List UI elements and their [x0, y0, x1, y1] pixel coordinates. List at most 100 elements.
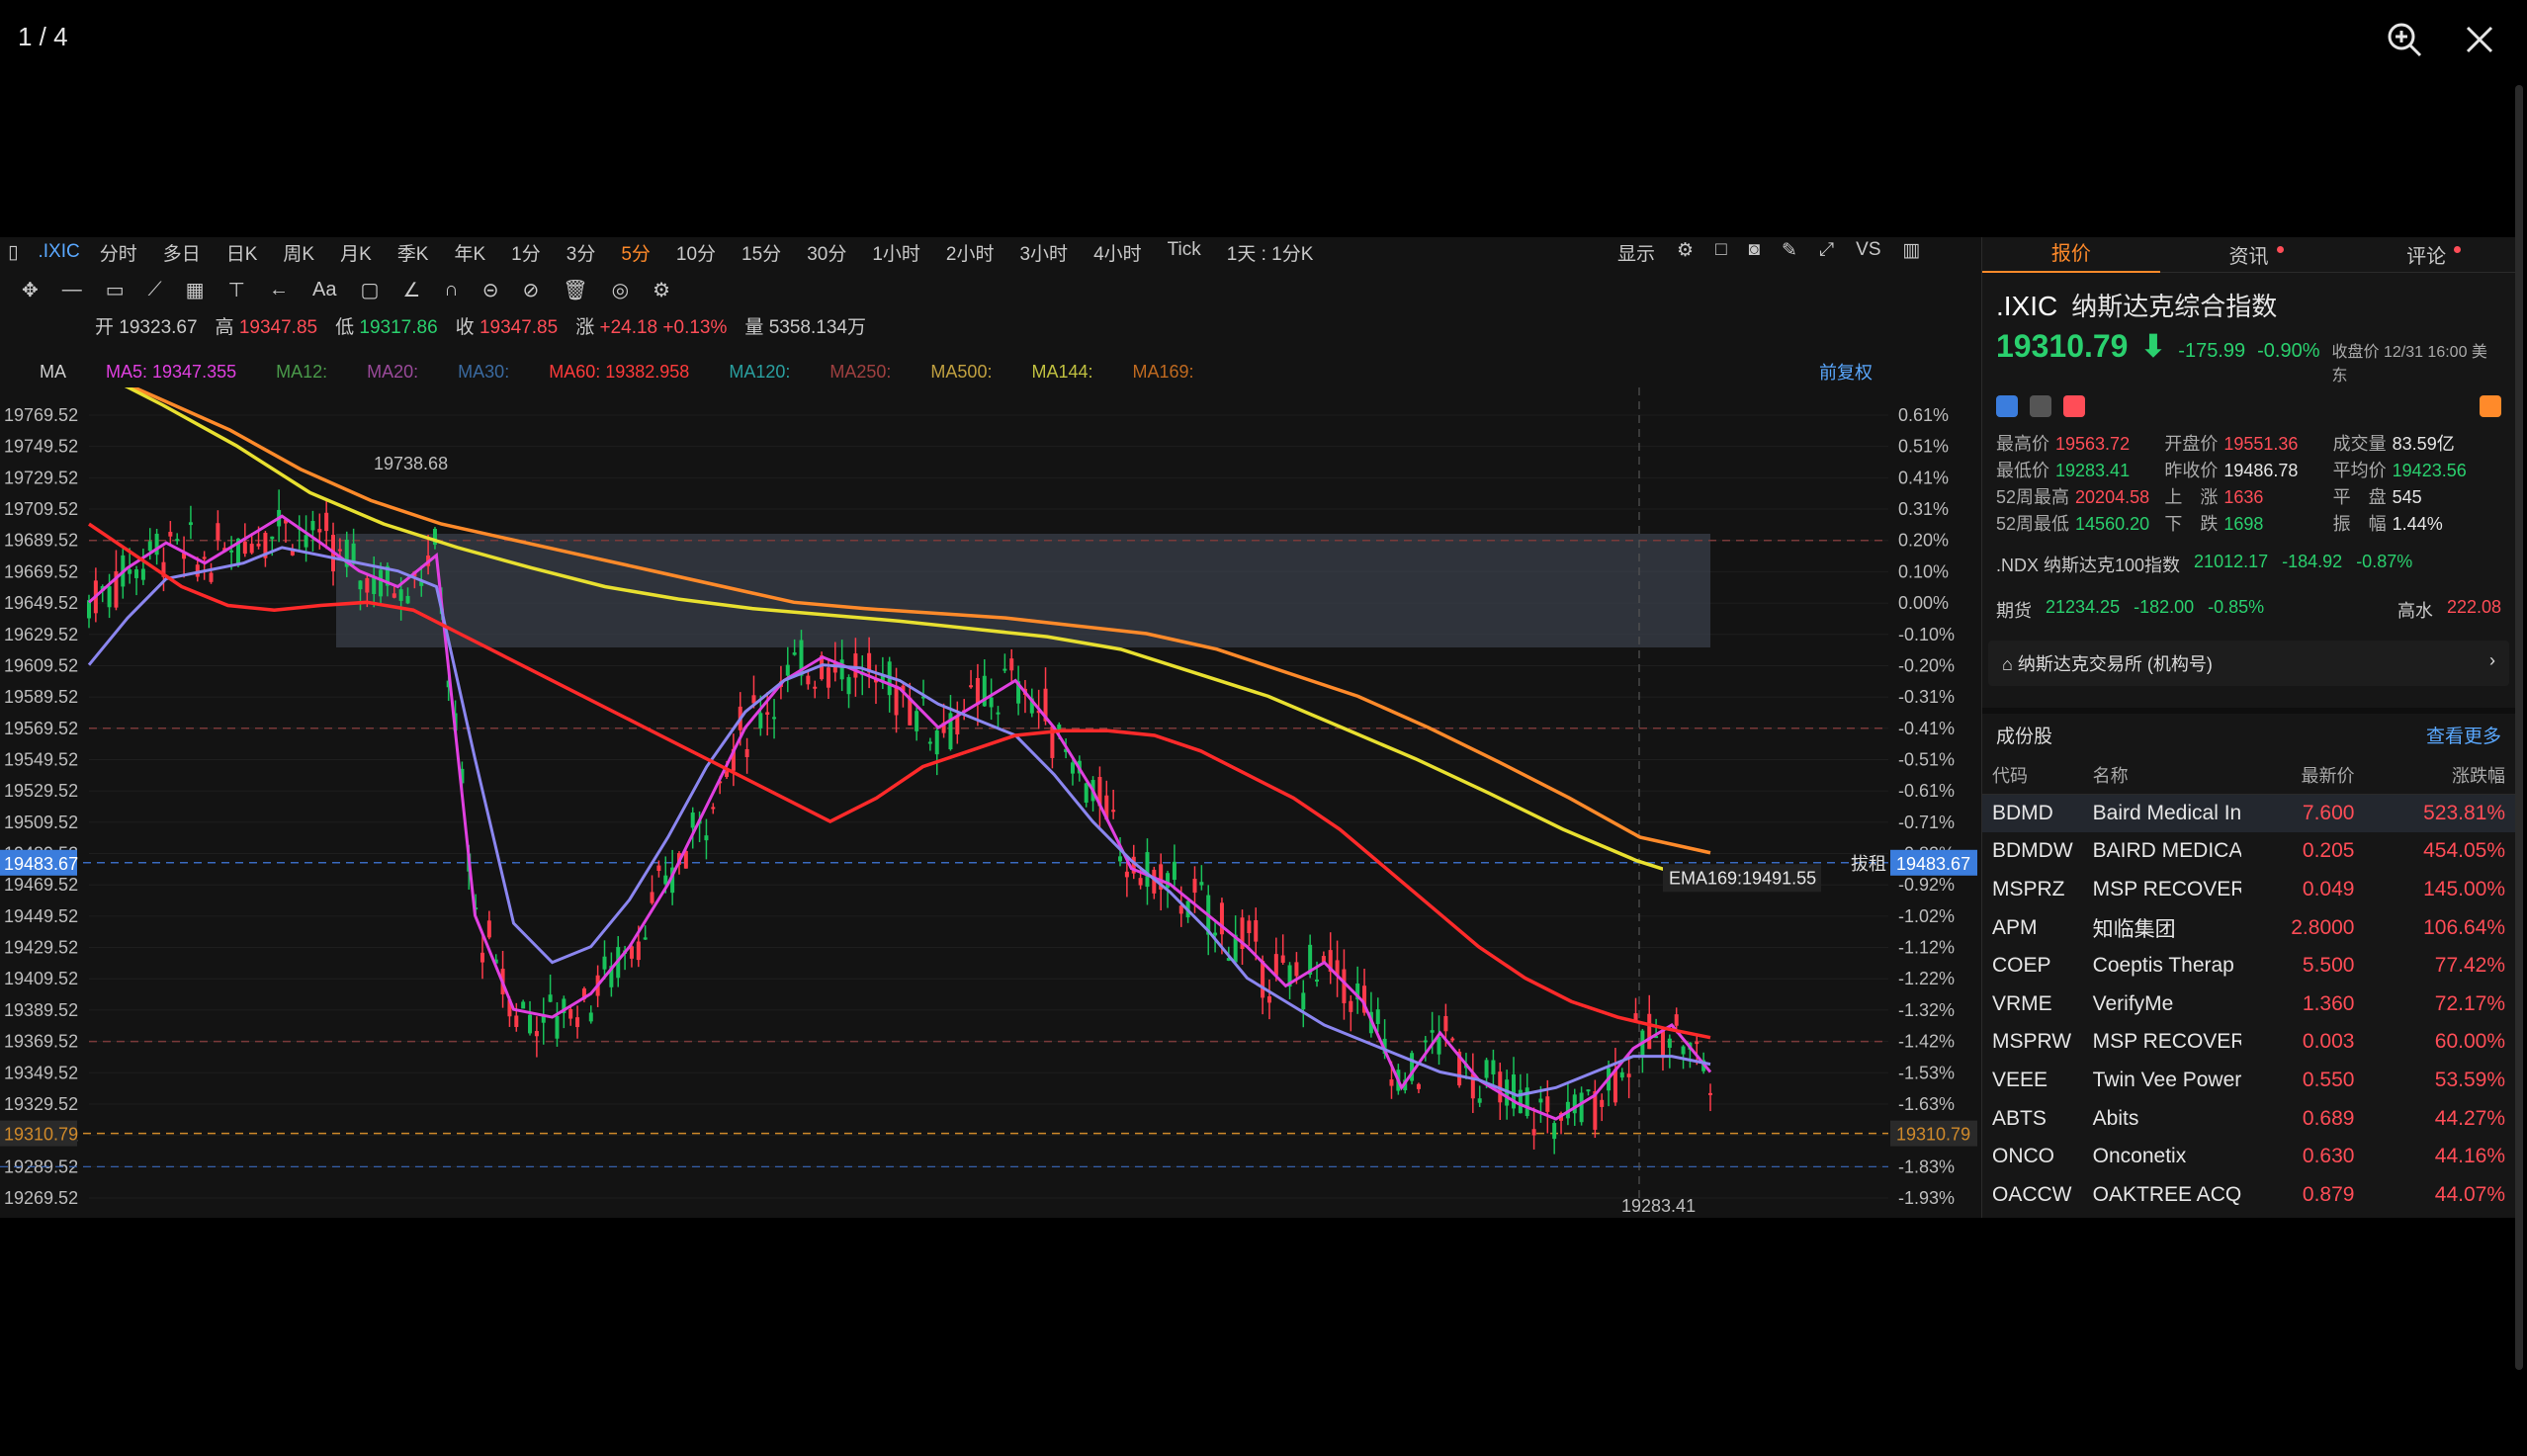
ma-legend-item[interactable]: MA60: 19382.958: [549, 362, 689, 383]
candle-body: [1002, 668, 1007, 671]
candle-body: [588, 1012, 593, 1022]
display-menu[interactable]: 显示: [1617, 239, 1655, 266]
close-icon[interactable]: [2458, 18, 2501, 61]
period-tab[interactable]: 3分: [566, 239, 596, 266]
period-tab[interactable]: 多日: [163, 239, 201, 266]
view-more-link[interactable]: 查看更多: [2426, 722, 2501, 748]
hide-icon[interactable]: ⊘: [522, 278, 539, 302]
period-tab[interactable]: 4小时: [1093, 239, 1142, 266]
column-header[interactable]: 名称: [2082, 756, 2241, 795]
column-header[interactable]: 代码: [1982, 756, 2083, 795]
ma-legend-item[interactable]: MA250:: [829, 362, 891, 383]
eye-icon[interactable]: ◎: [612, 278, 629, 302]
futures-row[interactable]: 期货 21234.25 -182.00 -0.85% 高水 222.08: [1982, 587, 2515, 633]
exchange-link[interactable]: ⌂ 纳斯达克交易所 (机构号) ›: [1988, 641, 2509, 686]
table-row[interactable]: ABTS Abits 0.689 44.27%: [1982, 1099, 2515, 1138]
tag-icon[interactable]: [1996, 395, 2018, 417]
period-tab[interactable]: 日K: [226, 239, 258, 266]
period-tab[interactable]: 10分: [676, 239, 716, 266]
layout-icon[interactable]: ▯: [8, 241, 18, 264]
heart-icon[interactable]: [2063, 395, 2085, 417]
period-tab[interactable]: 15分: [741, 239, 781, 266]
ma-legend-item[interactable]: MA5: 19347.355: [106, 362, 236, 383]
fullscreen-icon[interactable]: ⤢: [1819, 239, 1834, 266]
period-tab[interactable]: 1天 : 1分K: [1227, 239, 1314, 266]
table-row[interactable]: BDMDW BAIRD MEDICA 0.205 454.05%: [1982, 832, 2515, 871]
pen-icon[interactable]: ✎: [1782, 239, 1797, 266]
period-tab[interactable]: 2小时: [946, 239, 995, 266]
stat-value: 19486.78: [2223, 461, 2299, 480]
tab-news[interactable]: 资讯: [2160, 240, 2338, 269]
period-tab[interactable]: 1小时: [872, 239, 920, 266]
table-row[interactable]: MSPRZ MSP RECOVER 0.049 145.00%: [1982, 871, 2515, 909]
candle-body: [785, 664, 790, 676]
table-cell: VEEE: [1992, 1068, 2048, 1091]
ma-legend-item[interactable]: MA144:: [1031, 362, 1092, 383]
trend-tool-icon[interactable]: ⟋: [148, 279, 162, 301]
camera-icon[interactable]: ◙: [1749, 239, 1760, 266]
measure-tool-icon[interactable]: ⊤: [228, 278, 245, 302]
brush-tool-icon[interactable]: ∠: [402, 278, 420, 302]
ma-legend-item[interactable]: MA12:: [276, 362, 327, 383]
candle-body: [989, 697, 994, 708]
period-tab[interactable]: Tick: [1168, 239, 1201, 266]
table-row[interactable]: BDMD Baird Medical In 7.600 523.81%: [1982, 794, 2515, 833]
column-header[interactable]: 涨跌幅: [2364, 756, 2515, 795]
settings-icon[interactable]: ⚙: [1677, 239, 1694, 266]
period-tab[interactable]: 季K: [397, 239, 429, 266]
tab-quote[interactable]: 报价: [1982, 237, 2160, 273]
candle-body: [1667, 1038, 1672, 1049]
lock-icon[interactable]: ⊝: [482, 278, 499, 302]
table-row[interactable]: COEP Coeptis Therap 5.500 77.42%: [1982, 947, 2515, 985]
gear-icon[interactable]: ⚙: [653, 278, 670, 302]
table-cell: 77.42%: [2434, 954, 2505, 978]
panel-toggle-icon[interactable]: ▥: [1903, 239, 1921, 266]
tab-comments[interactable]: 评论: [2337, 240, 2515, 269]
rect-tool-icon[interactable]: ▭: [106, 278, 125, 302]
window-icon[interactable]: □: [1715, 239, 1726, 266]
period-tab[interactable]: 3小时: [1019, 239, 1068, 266]
ma-legend-item[interactable]: MA120:: [729, 362, 790, 383]
table-row[interactable]: VRME VerifyMe 1.360 72.17%: [1982, 985, 2515, 1023]
period-tab[interactable]: 分时: [100, 239, 137, 266]
table-cell: OAKTREE ACQU: [2092, 1182, 2241, 1206]
period-tab[interactable]: 1分: [511, 239, 541, 266]
fib-tool-icon[interactable]: ▦: [186, 278, 205, 302]
candle-body: [337, 549, 342, 552]
table-row[interactable]: VEEE Twin Vee Power 0.550 53.59%: [1982, 1062, 2515, 1100]
period-tab[interactable]: 5分: [621, 239, 651, 266]
candle-body: [1192, 878, 1197, 894]
table-row[interactable]: OACCW OAKTREE ACQU 0.879 44.07%: [1982, 1175, 2515, 1214]
comment-tool-icon[interactable]: ▢: [360, 278, 379, 302]
period-tab[interactable]: 月K: [340, 239, 372, 266]
doc-icon[interactable]: [2030, 395, 2051, 417]
table-row[interactable]: APM 知临集团 2.8000 106.64%: [1982, 908, 2515, 947]
ma-legend-item[interactable]: MA20:: [367, 362, 418, 383]
magnet-icon[interactable]: ∩: [444, 279, 458, 301]
ma-legend-item[interactable]: MA500:: [930, 362, 992, 383]
bell-icon[interactable]: [2480, 395, 2501, 417]
crosshair-price-tag: 19483.67: [4, 854, 78, 874]
text-tool-icon[interactable]: Aa: [312, 279, 336, 301]
period-tab[interactable]: 30分: [807, 239, 846, 266]
adjust-button[interactable]: 前复权: [1819, 359, 1873, 385]
viewer-scrollbar[interactable]: [2515, 85, 2523, 1370]
ma-legend-item[interactable]: MA169:: [1133, 362, 1194, 383]
ma-legend-item[interactable]: MA: [40, 362, 66, 383]
trash-icon[interactable]: 🗑: [563, 278, 587, 302]
kline-chart[interactable]: 19769.52 0.61% 19749.52 0.51% 19729.52 0.41% 1…: [0, 387, 1977, 1218]
sub-index-row[interactable]: .NDX 纳斯达克100指数 21012.17 -184.92 -0.87%: [1982, 542, 2515, 587]
zoom-in-icon[interactable]: [2383, 18, 2426, 61]
candle-body: [1531, 1129, 1536, 1136]
vs-button[interactable]: VS: [1856, 239, 1880, 266]
arrow-tool-icon[interactable]: ←: [269, 279, 289, 301]
symbol-label[interactable]: .IXIC: [38, 241, 79, 263]
period-tab[interactable]: 周K: [283, 239, 314, 266]
line-tool-icon[interactable]: —: [62, 279, 82, 301]
table-row[interactable]: MSPRW MSP RECOVER 0.003 60.00%: [1982, 1023, 2515, 1062]
table-row[interactable]: ONCO Onconetix 0.630 44.16%: [1982, 1138, 2515, 1176]
period-tab[interactable]: 年K: [454, 239, 485, 266]
ma-legend-item[interactable]: MA30:: [458, 362, 509, 383]
column-header[interactable]: 最新价: [2240, 756, 2365, 795]
crosshair-icon[interactable]: ✥: [22, 278, 39, 302]
